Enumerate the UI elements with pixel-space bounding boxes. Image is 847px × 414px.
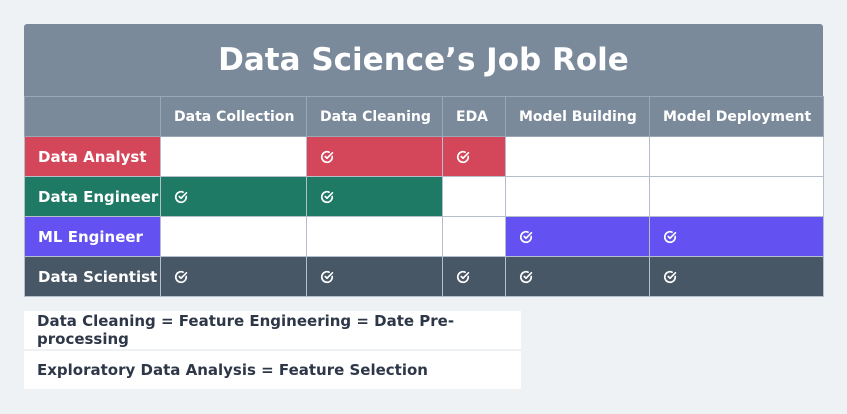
note-text: Data Cleaning = Feature Engineering = Da…: [37, 312, 455, 348]
job-role-panel: Data Science’s Job Role Data Collection …: [24, 24, 824, 297]
title-text: Data Science’s Job Role: [218, 42, 629, 78]
column-header: Model Deployment: [649, 96, 824, 137]
role-cell: [505, 136, 650, 177]
role-row: Data Scientist: [24, 256, 824, 297]
role-cell: [649, 176, 824, 217]
role-cell: [649, 136, 824, 177]
page-title: Data Science’s Job Role: [24, 24, 823, 96]
notes-list: Data Cleaning = Feature Engineering = Da…: [24, 311, 521, 391]
column-header: Data Collection: [160, 96, 307, 137]
role-cell: [442, 256, 506, 297]
role-label: ML Engineer: [24, 216, 161, 257]
role-cell: [160, 216, 307, 257]
role-cell: [649, 216, 824, 257]
role-cell: [160, 136, 307, 177]
role-matrix: Data Collection Data Cleaning EDA Model …: [24, 96, 824, 297]
role-label: Data Scientist: [24, 256, 161, 297]
check-circle-icon: [174, 189, 188, 205]
role-cell: [306, 136, 443, 177]
role-cell: [505, 176, 650, 217]
check-circle-icon: [663, 229, 677, 245]
role-cell: [505, 256, 650, 297]
role-cell: [306, 256, 443, 297]
role-label: Data Engineer: [24, 176, 161, 217]
check-circle-icon: [320, 149, 334, 165]
role-cell: [442, 136, 506, 177]
check-circle-icon: [320, 189, 334, 205]
note-item: Data Cleaning = Feature Engineering = Da…: [24, 311, 521, 349]
role-cell: [442, 216, 506, 257]
role-cell: [306, 176, 443, 217]
role-cell: [649, 256, 824, 297]
role-row: ML Engineer: [24, 216, 824, 257]
role-label: Data Analyst: [24, 136, 161, 177]
header-row: Data Collection Data Cleaning EDA Model …: [24, 96, 824, 137]
check-circle-icon: [519, 269, 533, 285]
check-circle-icon: [320, 269, 334, 285]
check-circle-icon: [456, 149, 470, 165]
note-text: Exploratory Data Analysis = Feature Sele…: [37, 361, 428, 379]
check-circle-icon: [519, 229, 533, 245]
role-cell: [160, 256, 307, 297]
role-row: Data Analyst: [24, 136, 824, 177]
role-cell: [306, 216, 443, 257]
header-corner: [24, 96, 161, 137]
role-cell: [442, 176, 506, 217]
role-cell: [505, 216, 650, 257]
role-row: Data Engineer: [24, 176, 824, 217]
note-item: Exploratory Data Analysis = Feature Sele…: [24, 351, 521, 389]
column-header: Model Building: [505, 96, 650, 137]
check-circle-icon: [456, 269, 470, 285]
column-header: EDA: [442, 96, 506, 137]
column-header: Data Cleaning: [306, 96, 443, 137]
role-cell: [160, 176, 307, 217]
check-circle-icon: [174, 269, 188, 285]
check-circle-icon: [663, 269, 677, 285]
